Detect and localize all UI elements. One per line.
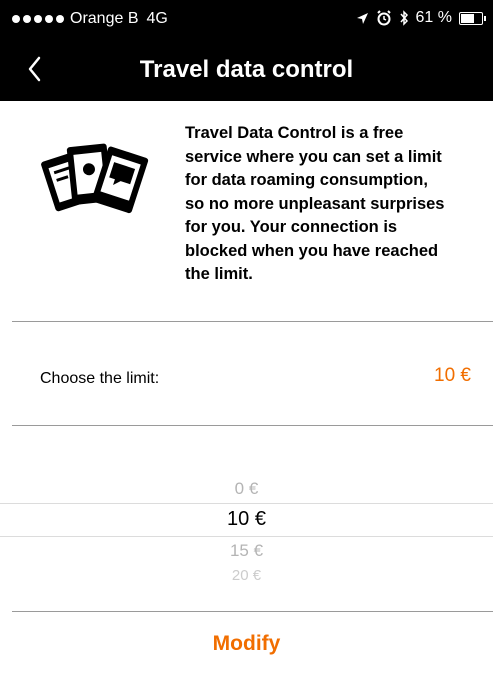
picker-option[interactable]: 20 €	[0, 567, 493, 584]
location-arrow-icon	[356, 12, 368, 24]
divider	[12, 425, 493, 426]
intro-line: for you. Your connection is	[185, 218, 398, 236]
divider	[12, 611, 493, 612]
network-type: 4G	[146, 10, 168, 27]
status-left: Orange B 4G	[12, 10, 168, 28]
status-right: 61 %	[356, 9, 486, 27]
picker-option-selected[interactable]: 10 €	[0, 508, 493, 531]
picker-selection-line	[0, 536, 493, 537]
intro-line: blocked when you have reached	[185, 241, 439, 260]
signal-dots-icon	[12, 15, 64, 23]
intro-line: Travel Data Control is a free	[185, 124, 404, 142]
limit-label: Choose the limit:	[40, 370, 160, 387]
alarm-icon	[376, 10, 391, 26]
carrier-name: Orange B	[70, 10, 139, 27]
status-bar: Orange B 4G 61 %	[0, 0, 493, 40]
picker-option[interactable]: 0 €	[0, 479, 493, 499]
intro-description: Travel Data Control is a free service wh…	[185, 122, 485, 287]
intro-line: service where you can set a limit	[185, 147, 442, 166]
travel-cards-icon	[41, 143, 149, 214]
intro-line: for data roaming consumption,	[185, 171, 428, 189]
divider	[12, 321, 493, 322]
modify-button[interactable]: Modify	[0, 632, 493, 656]
picker-option[interactable]: 15 €	[0, 541, 493, 561]
battery-icon	[459, 11, 486, 25]
page-title: Travel data control	[139, 56, 354, 83]
intro-line: the limit.	[185, 265, 253, 283]
nav-bar: Travel data control	[0, 40, 493, 101]
intro-line: so no more unpleasant surprises	[185, 194, 445, 213]
battery-percent: 61 %	[415, 9, 452, 26]
picker-selection-line	[0, 503, 493, 504]
limit-value[interactable]: 10 €	[434, 365, 471, 387]
bluetooth-icon	[399, 10, 408, 26]
